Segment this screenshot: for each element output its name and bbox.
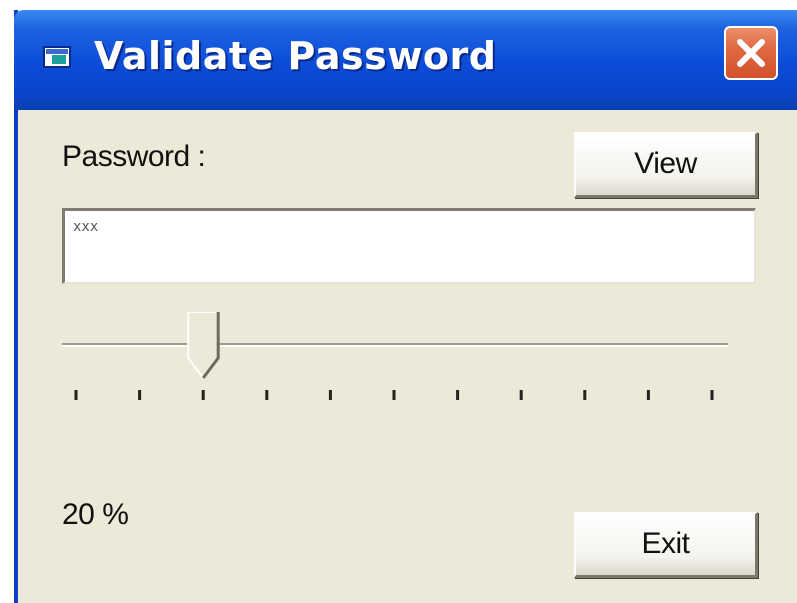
slider-tick: [519, 390, 523, 400]
strength-slider[interactable]: [62, 312, 742, 412]
slider-tick: [456, 390, 460, 400]
window-title: Validate Password: [94, 34, 497, 78]
close-icon: [737, 39, 765, 67]
password-input[interactable]: xxx: [62, 208, 756, 284]
slider-tick: [265, 390, 269, 400]
slider-tick: [138, 390, 142, 400]
slider-ticks: [74, 390, 714, 400]
view-button[interactable]: View: [574, 132, 758, 198]
slider-tick: [201, 390, 205, 400]
slider-tick: [392, 390, 396, 400]
window-app-icon: [43, 46, 71, 68]
slider-thumb[interactable]: [187, 312, 220, 380]
slider-tick: [328, 390, 332, 400]
close-button[interactable]: [724, 26, 778, 80]
slider-tick: [710, 390, 714, 400]
exit-button[interactable]: Exit: [574, 512, 758, 578]
strength-percent-text: 20 %: [62, 498, 129, 531]
slider-tick: [74, 390, 78, 400]
password-label: Password :: [62, 140, 206, 173]
dialog-window: Validate Password Password : View xxx 20…: [14, 10, 797, 603]
title-bar[interactable]: Validate Password: [14, 10, 797, 110]
slider-tick: [646, 390, 650, 400]
slider-tick: [583, 390, 587, 400]
